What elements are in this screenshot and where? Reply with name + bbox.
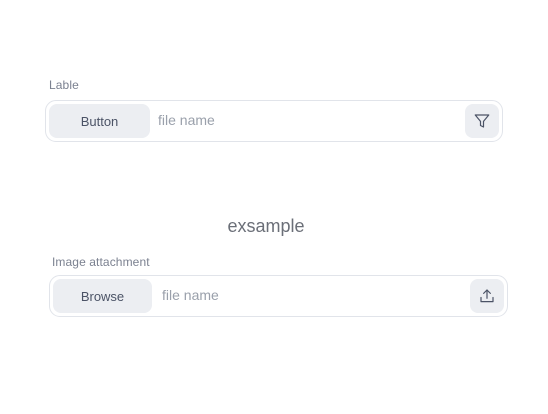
image-file-name-field[interactable]: file name [162,276,463,315]
section-title: exsample [227,216,305,236]
upload-button[interactable] [470,279,504,313]
image-attachment-input-group: Browse file name [49,275,508,317]
upload-icon [480,289,494,303]
filter-icon [474,114,490,128]
file-name-field[interactable]: file name [158,101,458,140]
browse-button[interactable]: Browse [53,279,152,313]
file-input-group: Button file name [45,100,503,142]
image-attachment-label: Image attachment [52,255,150,269]
choose-file-button[interactable]: Button [49,104,150,138]
filter-button[interactable] [465,104,499,138]
field-label: Lable [49,78,79,92]
